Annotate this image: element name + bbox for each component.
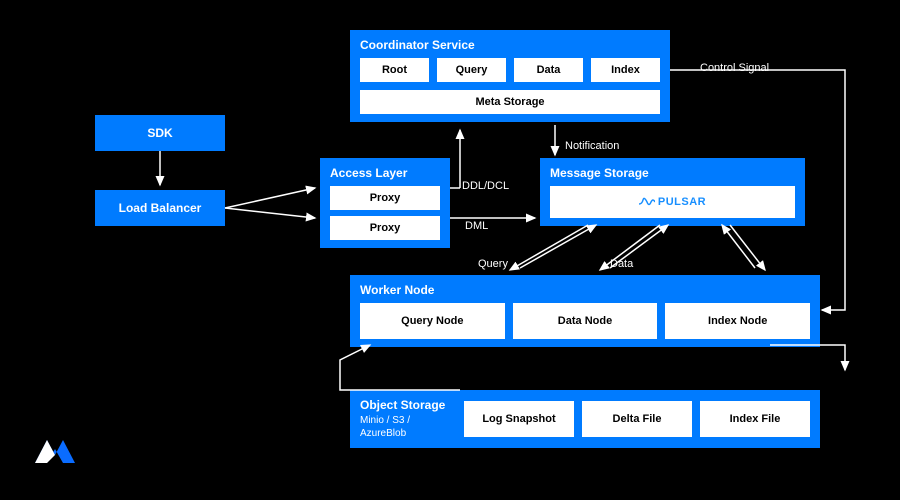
label-dml: DML (465, 220, 488, 232)
sdk-label: SDK (147, 126, 172, 140)
coord-data: Data (514, 58, 583, 82)
label-control-signal: Control Signal (700, 62, 769, 74)
message-storage-box: Message Storage PULSAR (540, 158, 805, 226)
delta-file: Delta File (582, 401, 692, 437)
pulsar-box: PULSAR (550, 186, 795, 218)
object-storage-box: Object Storage Minio / S3 / AzureBlob Lo… (350, 390, 820, 448)
coord-query: Query (437, 58, 506, 82)
load-balancer-box: Load Balancer (95, 190, 225, 226)
coord-meta-storage: Meta Storage (360, 90, 660, 114)
access-layer-box: Access Layer Proxy Proxy (320, 158, 450, 248)
object-storage-subtitle: Minio / S3 / AzureBlob (360, 414, 450, 440)
access-layer-title: Access Layer (330, 166, 440, 180)
coord-index: Index (591, 58, 660, 82)
index-node: Index Node (665, 303, 810, 339)
brand-logo (30, 435, 80, 480)
pulsar-logo: PULSAR (639, 196, 706, 208)
pulsar-icon (639, 197, 655, 207)
worker-node-title: Worker Node (360, 283, 810, 297)
sdk-box: SDK (95, 115, 225, 151)
object-storage-title: Object Storage (360, 398, 450, 412)
proxy-2: Proxy (330, 216, 440, 240)
data-node: Data Node (513, 303, 658, 339)
label-ddl-dcl: DDL/DCL (462, 180, 509, 192)
label-data: Data (610, 258, 633, 270)
proxy-1: Proxy (330, 186, 440, 210)
log-snapshot: Log Snapshot (464, 401, 574, 437)
coord-root: Root (360, 58, 429, 82)
query-node: Query Node (360, 303, 505, 339)
pulsar-text: PULSAR (658, 196, 706, 208)
message-storage-title: Message Storage (550, 166, 795, 180)
label-query: Query (478, 258, 508, 270)
worker-node-box: Worker Node Query Node Data Node Index N… (350, 275, 820, 347)
load-balancer-label: Load Balancer (119, 201, 202, 215)
brand-logo-icon (30, 435, 80, 475)
coordinator-title: Coordinator Service (360, 38, 660, 52)
label-notification: Notification (565, 140, 619, 152)
index-file: Index File (700, 401, 810, 437)
coordinator-box: Coordinator Service Root Query Data Inde… (350, 30, 670, 122)
